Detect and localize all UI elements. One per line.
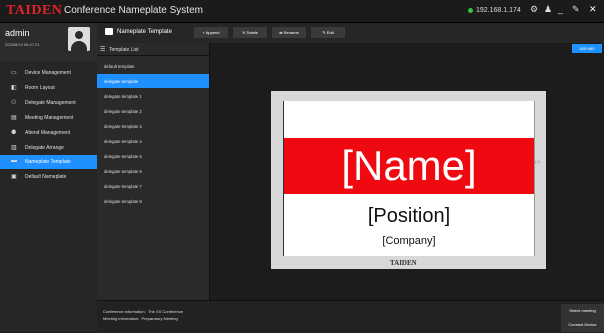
user-name: admin — [5, 28, 30, 38]
sidebar-item-nameplate-template[interactable]: ▬ Nameplate Template — [0, 155, 97, 169]
template-item[interactable]: delegate template 4 — [97, 134, 209, 148]
user-area: admin 2025/8/19 08:47:21 — [0, 23, 97, 61]
app-title: Conference Nameplate System — [64, 5, 203, 16]
rename-button[interactable]: ⇄ Rename — [272, 27, 306, 38]
delete-button[interactable]: ✕ Delete — [233, 27, 267, 38]
monitor-icon: ▭ — [11, 70, 17, 76]
resize-handle[interactable]: (+) — [535, 159, 540, 164]
conference-info: Conference information: The XX Conferenc… — [103, 309, 184, 314]
select-meeting-button[interactable]: Select meeting — [561, 304, 604, 318]
template-item[interactable]: delegate template 3 — [97, 119, 209, 133]
template-item[interactable]: delegate template 7 — [97, 179, 209, 193]
close-icon[interactable]: ✕ — [589, 4, 597, 15]
connect-device-button[interactable]: Connect Device — [561, 318, 604, 332]
settings-icon[interactable]: ⚙ — [530, 4, 538, 15]
template-item-selected[interactable]: delegate template — [97, 74, 209, 88]
footer: Conference information: The XX Conferenc… — [97, 300, 604, 333]
sidebar-item-delegate-arrange[interactable]: ▥ Delegate Arrange — [0, 141, 97, 155]
sidebar-item-room-layout[interactable]: ◧ Room Layout — [0, 81, 97, 95]
sidebar: admin 2025/8/19 08:47:21 ▭ Device Manage… — [0, 23, 97, 332]
current-datetime: 2025/8/19 08:47:21 — [5, 42, 40, 47]
template-list-panel: ☰ Template List default template delegat… — [97, 43, 210, 300]
meeting-icon: ▤ — [11, 115, 17, 121]
sidebar-item-delegate-management[interactable]: ⚇ Delegate Management — [0, 96, 97, 110]
server-ip: 192.168.1.174 — [476, 7, 521, 14]
sidebar-item-device-management[interactable]: ▭ Device Management — [0, 66, 97, 80]
sidebar-item-default-nameplate[interactable]: ▣ Default Nameplate — [0, 170, 97, 184]
list-icon: ☰ — [100, 47, 106, 53]
page-title: Nameplate Template — [117, 29, 172, 35]
arrange-icon: ▥ — [11, 145, 17, 151]
template-item[interactable]: delegate template 6 — [97, 164, 209, 178]
layout-icon: ◧ — [11, 85, 17, 91]
sidebar-item-attend-management[interactable]: ⚉ Attend Management — [0, 126, 97, 140]
template-item[interactable]: default template — [97, 59, 209, 73]
nameplate-preview[interactable]: [Name] [Position] [Company] — [283, 101, 535, 256]
append-button[interactable]: + Append — [194, 27, 228, 38]
edit-button[interactable]: ✎ Edit — [311, 27, 345, 38]
title-bar: TAIDEN Conference Nameplate System 192.1… — [0, 0, 604, 23]
users-icon: ⚇ — [11, 100, 17, 106]
user-icon[interactable]: ♟ — [544, 4, 552, 15]
app-logo: TAIDEN — [6, 3, 63, 18]
nameplate-brand: TAIDEN — [390, 259, 417, 267]
template-item[interactable]: delegate template 2 — [97, 104, 209, 118]
nameplate-icon — [105, 28, 113, 35]
template-item[interactable]: delegate template 5 — [97, 149, 209, 163]
toolbar: Nameplate Template + Append ✕ Delete ⇄ R… — [97, 23, 604, 43]
minimize-icon[interactable]: _ — [558, 4, 563, 14]
template-list-header: ☰ Template List — [97, 43, 209, 56]
sidebar-item-meeting-management[interactable]: ▤ Meeting Management — [0, 111, 97, 125]
nameplate-icon: ▬ — [11, 158, 17, 164]
meeting-info: Meeting information: Preparatory Meeting — [103, 316, 178, 321]
connection-status-icon — [468, 8, 473, 13]
company-field[interactable]: [Company] — [284, 235, 534, 247]
template-item[interactable]: delegate template 8 — [97, 194, 209, 208]
name-field[interactable]: [Name] — [284, 143, 534, 189]
position-field[interactable]: [Position] — [284, 205, 534, 228]
template-item[interactable]: delegate template 1 — [97, 89, 209, 103]
default-icon: ▣ — [11, 174, 17, 180]
attend-icon: ⚉ — [11, 130, 17, 136]
resolution-button[interactable]: 800*480 — [572, 44, 602, 53]
edit-icon[interactable]: ✎ — [572, 4, 580, 15]
avatar[interactable] — [68, 27, 90, 51]
